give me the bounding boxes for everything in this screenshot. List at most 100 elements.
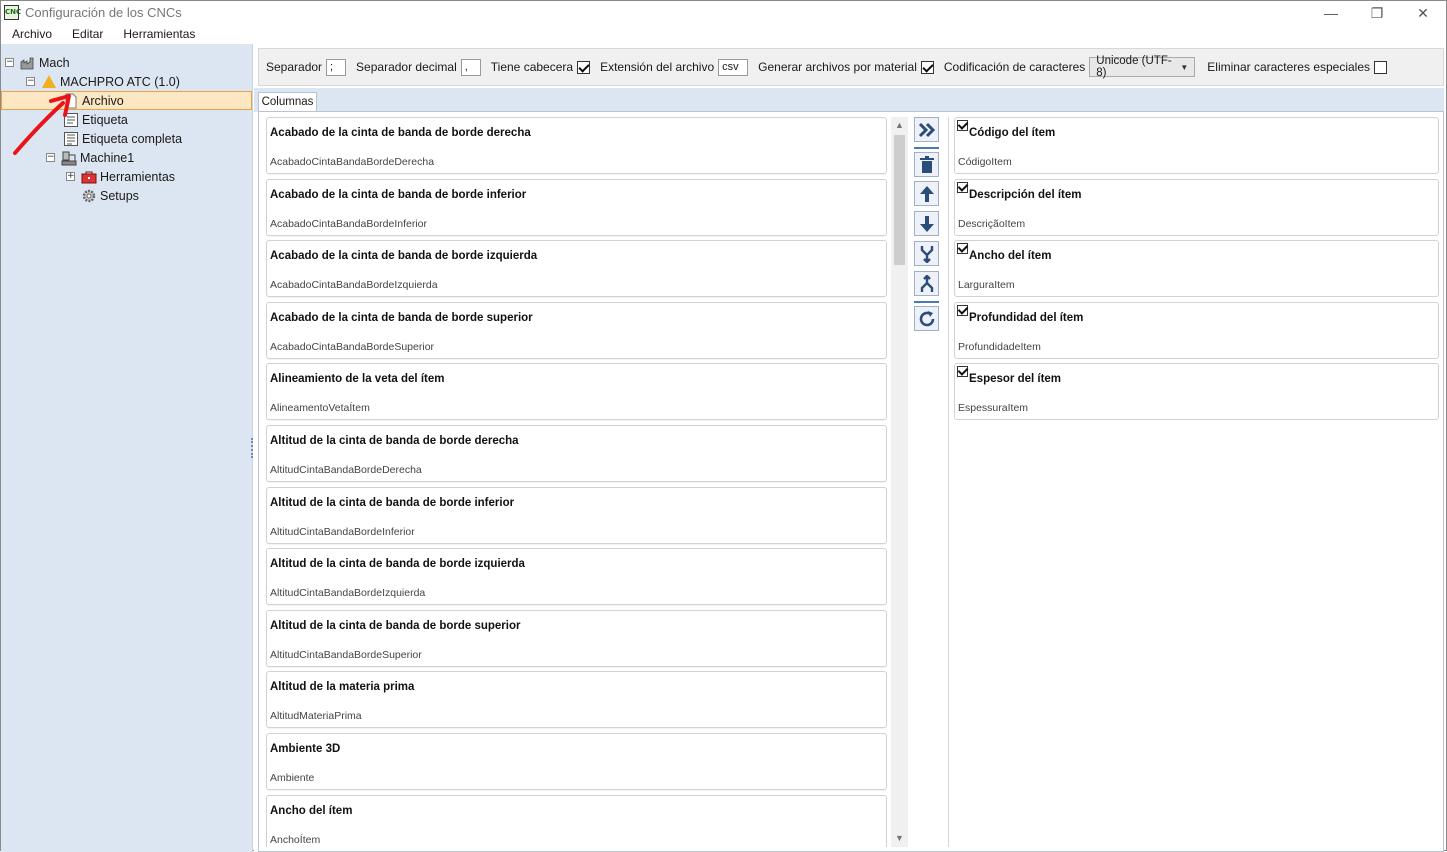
tree-item-etiqueta[interactable]: Etiqueta [63,110,128,129]
tree-label-etiqueta: Etiqueta [82,112,128,127]
tree-item-machpro[interactable]: − MACHPRO ATC (1.0) [26,72,180,91]
window-title: Configuración de los CNCs [25,5,182,20]
available-columns-list: Acabado de la cinta de banda de borde de… [263,117,891,847]
selected-column-card[interactable]: Profundidad del ítem ProfundidadeItem [954,301,1439,359]
column-include-checkbox[interactable] [957,243,968,255]
available-column-card[interactable]: Altitud de la materia prima AltitudMateri… [266,671,887,729]
generar-label: Generar archivos por material [758,60,917,74]
available-column-card[interactable]: Ambiente 3D Ambiente [266,733,887,790]
available-column-card[interactable]: Acabado de la cinta de banda de borde su… [266,301,887,359]
app-window: CNC Configuración de los CNCs — ❐ ✕ Arch… [0,0,1447,852]
column-include-checkbox[interactable] [957,366,968,378]
available-column-card[interactable]: Alineamiento de la veta del ítem Alineame… [266,363,887,421]
warning-triangle-icon [41,74,57,90]
collapse-icon[interactable]: − [26,77,35,86]
tree-item-etiqueta-completa[interactable]: Etiqueta completa [63,129,182,148]
column-title: Altitud de la materia prima [270,681,415,694]
separador-input[interactable]: ; [326,58,347,76]
column-key: AcabadoCintaBandaBordeIzquierda [270,279,438,292]
column-include-checkbox[interactable] [957,304,968,316]
separador-label: Separador [266,60,323,74]
column-title: Acabado de la cinta de banda de borde su… [270,311,533,324]
arrow-down-icon [919,215,934,232]
factory-icon [20,55,36,71]
tree-label-mach: Mach [39,55,70,70]
actions-divider [914,147,939,149]
available-column-card[interactable]: Altitud de la cinta de banda de borde de… [266,425,887,482]
selected-column-card[interactable]: Ancho del ítem LarguraItem [954,240,1439,298]
column-include-checkbox[interactable] [957,120,968,131]
generar-checkbox[interactable] [920,60,934,74]
available-column-card[interactable]: Altitud de la cinta de banda de borde su… [266,609,887,667]
split-icon [920,274,933,292]
available-column-card[interactable]: Ancho del ítem AnchoÍtem [266,794,887,847]
column-key: LarguraItem [958,279,1015,292]
separador-decimal-input[interactable]: , [460,58,481,76]
column-title: Altitud de la cinta de banda de borde in… [270,496,515,509]
column-key: AltitudCintaBandaBordeInferior [270,525,415,538]
tab-columnas[interactable]: Columnas [258,92,317,113]
machine-icon [61,150,77,166]
selected-column-card[interactable]: Código del ítem CódigoItem [954,117,1439,174]
move-down-button[interactable] [914,211,939,236]
column-key: AcabadoCintaBandaBordeDerecha [270,156,435,168]
tree-item-machine1[interactable]: − Machine1 [46,148,134,167]
column-title: Ancho del ítem [270,804,353,817]
separador-decimal-label: Separador decimal [356,60,457,74]
refresh-button[interactable] [914,306,939,331]
codificacion-value: Unicode (UTF-8) [1096,55,1172,79]
tiene-cabecera-checkbox[interactable] [577,60,591,74]
available-column-card[interactable]: Acabado de la cinta de banda de borde in… [266,178,887,236]
available-column-card[interactable]: Altitud de la cinta de banda de borde iz… [266,548,887,606]
menu-editar[interactable]: Editar [62,25,113,44]
menu-archivo[interactable]: Archivo [1,25,62,44]
column-key: AltitudCintaBandaBordeIzquierda [270,587,426,600]
available-columns-scrollbar[interactable]: ▲ ▼ [891,117,908,847]
column-key: AltitudCintaBandaBordeSuperior [270,648,422,661]
collapse-icon[interactable]: − [46,153,55,162]
minimize-button[interactable]: — [1308,1,1354,25]
config-tree: − Mach − MACHPRO ATC (1.0) Archivo Etiqu… [1,44,253,852]
split-button[interactable] [914,271,939,296]
tree-label-etiqueta-completa: Etiqueta completa [82,131,183,146]
tree-item-mach[interactable]: − Mach [5,53,70,72]
tiene-cabecera-label: Tiene cabecera [490,60,574,74]
extension-input[interactable]: csv [718,58,749,76]
columns-tab-body: Acabado de la cinta de banda de borde de… [258,111,1444,852]
chevron-down-icon: ▼ [1180,62,1189,72]
file-settings-toolbar: Separador ; Separador decimal , Tiene ca… [258,48,1444,86]
expand-icon[interactable]: + [66,172,75,181]
scroll-down-icon[interactable]: ▼ [891,830,908,847]
tree-item-herramientas[interactable]: + Herramientas [66,167,175,186]
menu-herramientas[interactable]: Herramientas [113,25,205,44]
column-actions [911,117,941,847]
merge-button[interactable] [914,241,939,266]
label-full-icon [63,131,79,147]
tree-item-setups[interactable]: Setups [81,186,139,205]
eliminar-checkbox[interactable] [1374,60,1388,74]
column-title: Código del ítem [969,127,1056,139]
available-column-card[interactable]: Acabado de la cinta de banda de borde iz… [266,240,887,298]
add-all-button[interactable] [914,117,939,142]
scroll-thumb[interactable] [894,135,905,265]
move-up-button[interactable] [914,181,939,206]
tree-item-archivo[interactable]: Archivo [1,91,252,110]
column-key: AnchoÍtem [270,833,321,846]
collapse-icon[interactable]: − [5,58,14,67]
selected-column-card[interactable]: Espesor del ítem EspessuraItem [954,363,1439,421]
column-title: Ambiente 3D [270,743,341,755]
column-title: Altitud de la cinta de banda de borde de… [270,435,519,447]
close-button[interactable]: ✕ [1400,1,1446,25]
title-bar: CNC Configuración de los CNCs — ❐ ✕ [1,1,1446,25]
available-column-card[interactable]: Altitud de la cinta de banda de borde in… [266,486,887,544]
codificacion-select[interactable]: Unicode (UTF-8) ▼ [1089,55,1196,79]
delete-button[interactable] [914,152,939,177]
restore-button[interactable]: ❐ [1354,1,1400,25]
available-column-card[interactable]: Acabado de la cinta de banda de borde de… [266,117,887,174]
selected-column-card[interactable]: Descripción del ítem DescriçãoItem [954,178,1439,236]
column-include-checkbox[interactable] [957,181,968,193]
scroll-up-icon[interactable]: ▲ [891,117,908,134]
toolbox-icon [81,169,97,185]
refresh-icon [919,310,934,326]
column-title: Alineamiento de la veta del ítem [270,373,445,386]
